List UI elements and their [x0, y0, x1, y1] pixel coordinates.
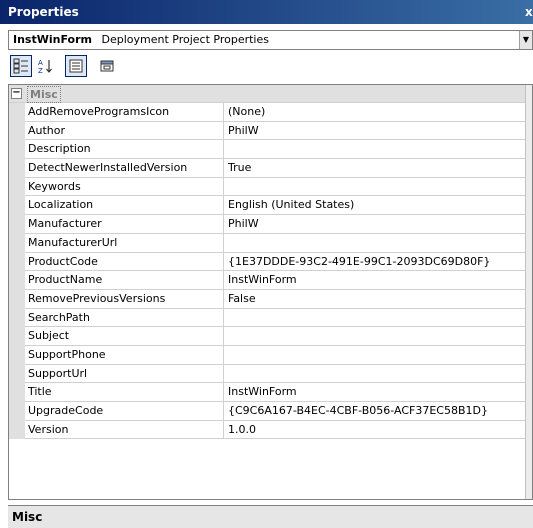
properties-toolbar: A Z	[8, 54, 533, 80]
row-gutter	[9, 271, 25, 290]
property-row[interactable]: Author PhilW	[9, 121, 532, 141]
properties-button[interactable]	[65, 55, 87, 77]
property-value[interactable]: False	[224, 290, 532, 309]
categorized-button[interactable]	[10, 55, 32, 77]
window-title: Properties	[8, 5, 79, 19]
property-name[interactable]: Manufacturer	[25, 215, 224, 234]
property-value[interactable]	[224, 327, 532, 346]
property-row[interactable]: Keywords	[9, 177, 532, 197]
properties-title-bar: Properties x	[0, 0, 533, 24]
property-value[interactable]	[224, 178, 532, 197]
property-name[interactable]: Author	[25, 121, 224, 141]
row-gutter	[9, 402, 25, 421]
property-row[interactable]: SearchPath	[9, 308, 532, 328]
property-value[interactable]: PhilW	[224, 122, 532, 141]
description-pane: Misc	[8, 505, 533, 528]
property-row[interactable]: DetectNewerInstalledVersion True	[9, 159, 532, 178]
description-title: Misc	[12, 510, 43, 524]
row-gutter	[9, 327, 25, 346]
dropdown-arrow-icon[interactable]: ▼	[519, 31, 532, 49]
property-row[interactable]: Version 1.0.0	[9, 420, 532, 440]
property-value[interactable]: InstWinForm	[224, 383, 532, 402]
property-value[interactable]: 1.0.0	[224, 421, 532, 440]
properties-icon	[69, 59, 83, 73]
row-gutter	[9, 383, 25, 402]
property-row[interactable]: ProductCode {1E37DDDE-93C2-491E-99C1-2093…	[9, 252, 532, 272]
categorized-icon	[13, 58, 28, 74]
row-gutter	[9, 121, 25, 141]
property-row[interactable]: Manufacturer PhilW	[9, 215, 532, 234]
property-value[interactable]	[224, 346, 532, 365]
property-pages-button[interactable]	[96, 55, 118, 77]
row-gutter	[9, 289, 25, 309]
row-gutter	[9, 196, 25, 216]
property-row[interactable]: UpgradeCode {C9C6A167-B4EC-4CBF-B056-ACF3…	[9, 402, 532, 421]
close-icon[interactable]: x	[525, 0, 533, 24]
property-row[interactable]: Title InstWinForm	[9, 383, 532, 402]
object-selector-dropdown[interactable]: InstWinForm Deployment Project Propertie…	[8, 30, 533, 50]
row-gutter	[9, 177, 25, 197]
property-row[interactable]: Localization English (United States)	[9, 196, 532, 216]
property-row[interactable]: Description	[9, 140, 532, 160]
property-name[interactable]: ProductName	[25, 271, 224, 290]
property-name[interactable]: ProductCode	[25, 252, 224, 272]
property-value[interactable]	[224, 140, 532, 160]
category-label: Misc	[27, 86, 61, 103]
property-name[interactable]: DetectNewerInstalledVersion	[25, 159, 224, 178]
property-value[interactable]: {1E37DDDE-93C2-491E-99C1-2093DC69D80F}	[224, 253, 532, 272]
property-name[interactable]: UpgradeCode	[25, 402, 224, 421]
property-name[interactable]: Title	[25, 383, 224, 402]
property-row[interactable]: SupportPhone	[9, 345, 532, 365]
property-name[interactable]: Description	[25, 140, 224, 160]
row-gutter	[9, 233, 25, 253]
property-value[interactable]	[224, 309, 532, 328]
property-name[interactable]: AddRemoveProgramsIcon	[25, 103, 224, 122]
object-name: InstWinForm	[13, 33, 92, 46]
property-name[interactable]: ManufacturerUrl	[25, 233, 224, 253]
property-row[interactable]: Subject	[9, 327, 532, 346]
row-gutter	[9, 140, 25, 160]
property-name[interactable]: SearchPath	[25, 308, 224, 328]
property-name[interactable]: Version	[25, 420, 224, 440]
property-row[interactable]: ProductName InstWinForm	[9, 271, 532, 290]
property-value[interactable]: PhilW	[224, 215, 532, 234]
property-value[interactable]	[224, 234, 532, 253]
property-pages-icon	[100, 60, 114, 72]
property-row[interactable]: RemovePreviousVersions False	[9, 289, 532, 309]
property-value[interactable]: {C9C6A167-B4EC-4CBF-B056-ACF37EC58B1D}	[224, 402, 532, 421]
alphabetical-icon: A Z	[38, 59, 52, 74]
property-name[interactable]: Localization	[25, 196, 224, 216]
property-row[interactable]: SupportUrl	[9, 364, 532, 384]
property-name[interactable]: SupportUrl	[25, 364, 224, 384]
svg-text:A: A	[38, 59, 43, 67]
row-gutter	[9, 103, 25, 122]
row-gutter	[9, 420, 25, 440]
object-type: Deployment Project Properties	[101, 33, 269, 46]
property-value[interactable]	[224, 365, 532, 384]
property-grid: − Misc AddRemoveProgramsIcon (None) Author…	[8, 84, 533, 500]
property-value[interactable]: True	[224, 159, 532, 178]
property-value[interactable]: InstWinForm	[224, 271, 532, 290]
property-value[interactable]: (None)	[224, 103, 532, 122]
row-gutter	[9, 308, 25, 328]
svg-text:Z: Z	[38, 67, 43, 74]
category-misc[interactable]: − Misc	[9, 85, 532, 103]
row-gutter	[9, 159, 25, 178]
collapse-icon[interactable]: −	[11, 88, 22, 99]
row-gutter	[9, 364, 25, 384]
property-row[interactable]: ManufacturerUrl	[9, 233, 532, 253]
property-grid-rows: − Misc AddRemoveProgramsIcon (None) Author…	[9, 85, 532, 440]
row-gutter	[9, 215, 25, 234]
property-value[interactable]: English (United States)	[224, 196, 532, 216]
property-row[interactable]: AddRemoveProgramsIcon (None)	[9, 103, 532, 122]
property-name[interactable]: Keywords	[25, 177, 224, 197]
row-gutter	[9, 252, 25, 272]
property-name[interactable]: SupportPhone	[25, 345, 224, 365]
grid-scrollbar[interactable]	[525, 85, 532, 499]
property-name[interactable]: Subject	[25, 327, 224, 346]
alphabetical-button[interactable]: A Z	[34, 55, 56, 77]
property-name[interactable]: RemovePreviousVersions	[25, 289, 224, 309]
row-gutter	[9, 345, 25, 365]
